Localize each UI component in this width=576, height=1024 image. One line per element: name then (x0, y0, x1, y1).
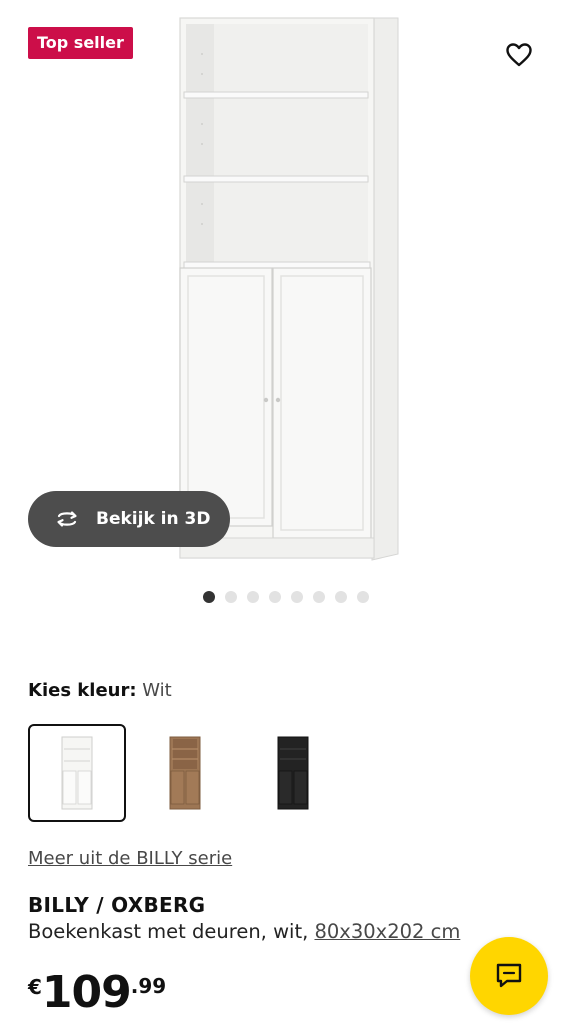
color-swatches (28, 724, 342, 822)
series-link[interactable]: Meer uit de BILLY serie (28, 848, 232, 869)
carousel-dot[interactable] (291, 591, 303, 603)
product-description: Boekenkast met deuren, wit, 80x30x202 cm (28, 920, 460, 943)
chat-icon (496, 963, 522, 988)
bookcase-illustration (179, 17, 399, 561)
top-seller-badge: Top seller (28, 27, 133, 59)
carousel-dot[interactable] (335, 591, 347, 603)
swatch-black-thumbnail (277, 736, 309, 810)
rotate-3d-icon (52, 508, 82, 530)
carousel-dot[interactable] (203, 591, 215, 603)
product-dimensions-link[interactable]: 80x30x202 cm (314, 920, 460, 943)
price-decimal: .99 (130, 974, 167, 998)
favorite-button[interactable] (504, 40, 534, 70)
color-value: Wit (142, 680, 172, 701)
carousel-pagination (203, 591, 369, 603)
color-swatch-black[interactable] (244, 724, 342, 822)
view-in-3d-button[interactable]: Bekijk in 3D (28, 491, 230, 547)
carousel-dot[interactable] (269, 591, 281, 603)
heart-icon (506, 43, 532, 67)
product-description-text: Boekenkast met deuren, wit, (28, 920, 315, 943)
color-heading: Kies kleur: Wit (28, 680, 172, 701)
carousel-dot[interactable] (357, 591, 369, 603)
price-integer: 109 (41, 967, 132, 1018)
carousel-dot[interactable] (225, 591, 237, 603)
chat-button[interactable] (470, 937, 548, 1015)
color-swatch-white[interactable] (28, 724, 126, 822)
product-name: BILLY / OXBERG (28, 893, 206, 917)
product-image[interactable] (170, 14, 410, 566)
product-price: € 109 .99 (28, 965, 166, 1021)
carousel-dot[interactable] (247, 591, 259, 603)
price-currency: € (28, 975, 42, 999)
swatch-white-thumbnail (61, 736, 93, 810)
carousel-dot[interactable] (313, 591, 325, 603)
view-in-3d-label: Bekijk in 3D (96, 509, 211, 529)
color-label: Kies kleur: (28, 680, 137, 701)
swatch-oak-thumbnail (169, 736, 201, 810)
color-swatch-oak[interactable] (136, 724, 234, 822)
